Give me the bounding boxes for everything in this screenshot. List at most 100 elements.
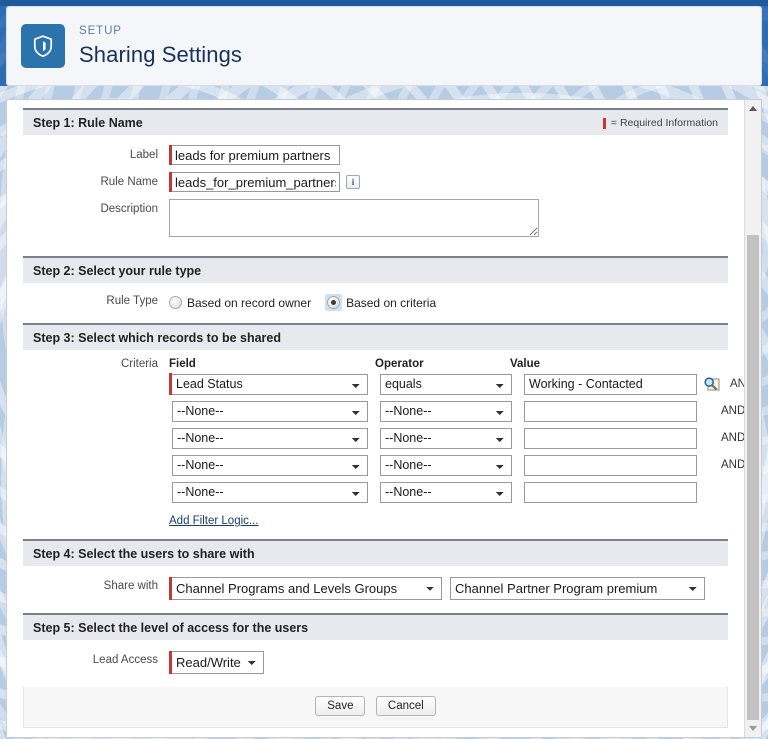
radio-based-on-record-owner[interactable] [169,296,182,309]
share-with-category-select[interactable]: Channel Programs and Levels Groups [172,577,442,600]
info-icon[interactable]: i [346,175,360,189]
criteria-value-input-4[interactable] [524,454,697,476]
required-information-legend: = Required Information [602,117,718,129]
criteria-field-select-2[interactable]: --None-- [172,400,368,422]
criteria-operator-select-1[interactable]: equals [380,373,512,395]
share-with-label: Share with [103,580,158,592]
step-4-section: Step 4: Select the users to share with S… [23,539,728,613]
cancel-button[interactable]: Cancel [375,696,436,716]
description-row: Description [23,199,728,237]
step-4-header: Step 4: Select the users to share with [23,539,728,566]
lead-access-row: Lead Access Read/Write [23,651,728,674]
label-field-label: Label [129,149,158,161]
add-filter-logic-link[interactable]: Add Filter Logic... [169,515,258,527]
criteria-operator-select-3[interactable]: --None-- [380,427,512,449]
setup-eyebrow: SETUP [79,25,122,38]
share-with-field-wrapper: Channel Programs and Levels Groups Chann… [169,577,705,600]
rule-type-label: Rule Type [106,295,158,307]
scroll-up-button[interactable] [745,100,761,117]
save-button[interactable]: Save [315,696,366,716]
lead-access-select[interactable]: Read/Write [172,651,264,674]
radio-based-on-criteria[interactable] [327,296,341,309]
criteria-operator-select-4[interactable]: --None-- [380,454,512,476]
step-5-section: Step 5: Select the level of access for t… [23,613,728,687]
rule-name-input[interactable] [172,172,340,192]
criteria-grid: Field Operator Value Lead Status equals … [169,358,754,529]
page-title: Sharing Settings [79,41,243,67]
criteria-label: Criteria [120,358,158,370]
rule-name-field-label: Rule Name [100,176,158,188]
criteria-row: --None-- --None-- [169,481,754,503]
radio-label-based-on-record-owner[interactable]: Based on record owner [187,296,311,310]
scroll-down-button[interactable] [745,720,761,737]
step-3-section: Step 3: Select which records to be share… [23,323,754,539]
vertical-scrollbar[interactable] [744,100,761,737]
setup-header: SETUP Sharing Settings [6,6,762,86]
step-1-header: Step 1: Rule Name = Required Information [23,108,728,135]
rule-type-row: Rule Type Based on record owner Based on… [23,294,728,311]
step-5-heading: Step 5: Select the level of access for t… [33,621,309,635]
label-input[interactable] [172,145,340,165]
step-3-body: Criteria Field Operator Value Lead Statu… [23,350,754,539]
chevron-down-icon [749,726,757,731]
column-header-value: Value [510,358,541,370]
criteria-operator-select-5[interactable]: --None-- [380,481,512,503]
required-marker-icon [602,117,606,129]
step-5-body: Lead Access Read/Write [23,640,728,687]
criteria-field-select-1[interactable]: Lead Status [172,373,368,395]
lead-access-field-wrapper: Read/Write [169,651,264,674]
lead-access-label: Lead Access [92,654,158,666]
criteria-row: --None-- --None-- AND [169,400,754,422]
criteria-field-select-4[interactable]: --None-- [172,454,368,476]
description-field-wrapper [169,199,539,237]
chevron-up-icon [749,106,757,111]
step-2-header: Step 2: Select your rule type [23,256,728,283]
radio-based-on-criteria-wrapper[interactable] [325,294,343,311]
criteria-column-headers: Field Operator Value [169,358,754,370]
criteria-row: --None-- --None-- AND [169,427,754,449]
search-icon[interactable] [703,376,721,392]
step-4-body: Share with Channel Programs and Levels G… [23,566,728,613]
rule-name-row: Rule Name i [23,172,728,192]
criteria-field-select-3[interactable]: --None-- [172,427,368,449]
step-3-heading: Step 3: Select which records to be share… [33,331,281,345]
column-header-operator: Operator [375,358,424,370]
criteria-field-select-5[interactable]: --None-- [172,481,368,503]
description-field-label: Description [100,203,158,215]
step-5-header: Step 5: Select the level of access for t… [23,613,728,640]
criteria-row: Lead Status equals Working - Contacted A… [169,373,754,395]
share-with-row: Share with Channel Programs and Levels G… [23,577,728,600]
column-header-field: Field [169,358,196,370]
step-3-header: Step 3: Select which records to be share… [23,323,728,350]
criteria-block: Criteria Field Operator Value Lead Statu… [23,358,754,529]
criteria-row: --None-- --None-- AND [169,454,754,476]
sharing-rule-panel: Step 1: Rule Name = Required Information… [6,99,762,738]
criteria-operator-select-2[interactable]: --None-- [380,400,512,422]
criteria-value-input-3[interactable] [524,427,697,449]
required-legend-text: = Required Information [610,117,718,129]
criteria-conjunction-4: AND [721,459,746,471]
step-1-heading: Step 1: Rule Name [33,116,143,130]
step-2-section: Step 2: Select your rule type Rule Type … [23,256,728,323]
description-textarea[interactable] [169,199,539,237]
scrollbar-thumb[interactable] [747,235,759,735]
step-2-body: Rule Type Based on record owner Based on… [23,283,728,323]
step-4-heading: Step 4: Select the users to share with [33,547,255,561]
step-2-heading: Step 2: Select your rule type [33,264,202,278]
label-row: Label [23,145,728,165]
shield-icon [21,24,65,68]
rule-name-field-wrapper: i [169,172,360,192]
criteria-conjunction-3: AND [721,432,746,444]
criteria-value-input-2[interactable] [524,400,697,422]
criteria-value-input-1[interactable] [524,373,697,395]
share-with-target-select[interactable]: Channel Partner Program premium [450,577,705,600]
step-1-body: Label Rule Name i Description [23,135,728,256]
criteria-conjunction-2: AND [721,405,746,417]
step-1-section: Step 1: Rule Name = Required Information… [23,108,728,256]
form-footer: Save Cancel [23,687,728,728]
sharing-rule-form: Step 1: Rule Name = Required Information… [7,100,754,737]
radio-label-based-on-criteria[interactable]: Based on criteria [346,296,436,310]
label-field-wrapper [169,145,340,165]
rule-type-radio-group: Based on record owner Based on criteria [169,294,436,311]
criteria-value-input-5[interactable] [524,481,697,503]
